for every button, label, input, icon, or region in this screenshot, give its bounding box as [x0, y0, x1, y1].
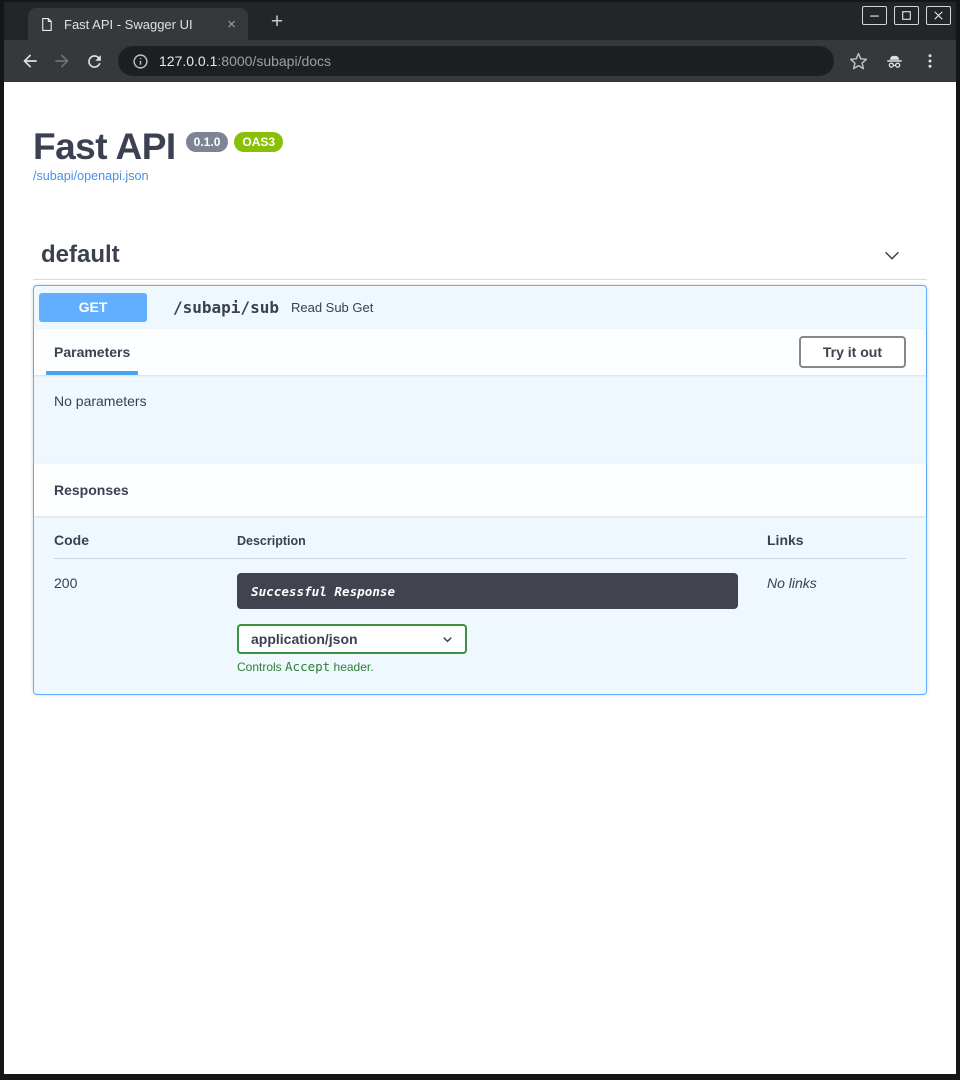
tag-name: default	[41, 241, 120, 269]
no-parameters-text: No parameters	[54, 393, 147, 409]
openapi-spec-link[interactable]: /subapi/openapi.json	[33, 169, 149, 183]
incognito-icon[interactable]	[878, 45, 910, 77]
parameters-header: Parameters Try it out	[34, 329, 926, 375]
bookmark-star-icon[interactable]	[842, 45, 874, 77]
description-column-header: Description	[237, 534, 767, 548]
active-tab-underline	[46, 371, 138, 375]
parameters-body: No parameters	[34, 375, 926, 464]
media-type-control: application/json Controls Accept header.	[237, 624, 767, 674]
oas3-badge: OAS3	[234, 132, 283, 152]
operation-summary-text: Read Sub Get	[291, 300, 373, 315]
url-path: :8000/subapi/docs	[217, 53, 331, 69]
operation-path: /subapi/sub	[173, 298, 279, 317]
response-links: No links	[767, 573, 906, 674]
maximize-button[interactable]	[894, 6, 919, 25]
response-row-200: 200 Successful Response application/json	[54, 559, 906, 674]
opblock-get: GET /subapi/sub Read Sub Get Parameters …	[33, 285, 927, 695]
menu-dots-icon[interactable]	[914, 45, 946, 77]
back-button[interactable]	[14, 45, 46, 77]
select-chevron-icon	[440, 632, 455, 647]
tab-close-icon[interactable]: ×	[223, 16, 240, 33]
new-tab-button[interactable]: +	[264, 9, 290, 35]
controls-accept-note: Controls Accept header.	[237, 659, 767, 674]
browser-tab[interactable]: Fast API - Swagger UI ×	[28, 8, 248, 40]
method-badge: GET	[39, 293, 147, 322]
try-it-out-button[interactable]: Try it out	[799, 336, 906, 368]
parameters-title: Parameters	[54, 344, 130, 360]
accept-header-code: Accept	[285, 659, 330, 674]
api-info: Fast API 0.1.0 OAS3 /subapi/openapi.json	[33, 82, 927, 185]
content-type-select[interactable]: application/json	[237, 624, 467, 654]
close-button[interactable]	[926, 6, 951, 25]
api-title: Fast API	[33, 128, 176, 165]
responses-title: Responses	[54, 482, 129, 498]
tag-section-default[interactable]: default	[33, 241, 927, 280]
url-bar[interactable]: 127.0.0.1:8000/subapi/docs	[118, 46, 834, 76]
content-type-value: application/json	[251, 631, 358, 647]
responses-body: Code Description Links 200 Successful Re…	[34, 516, 926, 694]
site-info-icon[interactable]	[132, 53, 149, 70]
responses-table-header: Code Description Links	[54, 532, 906, 559]
response-description-cell: Successful Response application/json Con…	[237, 573, 767, 674]
window-controls	[862, 6, 951, 25]
swagger-page: Fast API 0.1.0 OAS3 /subapi/openapi.json…	[4, 82, 956, 1074]
tab-title: Fast API - Swagger UI	[64, 17, 223, 32]
toolbar-actions	[842, 45, 946, 77]
code-column-header: Code	[54, 532, 237, 548]
swagger-container: Fast API 0.1.0 OAS3 /subapi/openapi.json…	[4, 82, 956, 695]
url-text: 127.0.0.1:8000/subapi/docs	[159, 53, 331, 69]
browser-toolbar: 127.0.0.1:8000/subapi/docs	[4, 40, 956, 82]
url-host: 127.0.0.1	[159, 53, 217, 69]
minimize-button[interactable]	[862, 6, 887, 25]
response-code: 200	[54, 573, 237, 674]
response-description-text: Successful Response	[251, 584, 395, 599]
forward-button[interactable]	[46, 45, 78, 77]
collapse-chevron-icon[interactable]	[881, 244, 903, 266]
operation-summary[interactable]: GET /subapi/sub Read Sub Get	[34, 286, 926, 329]
reload-button[interactable]	[78, 45, 110, 77]
browser-window: Fast API - Swagger UI × +	[0, 0, 960, 1080]
page-favicon-icon	[39, 16, 54, 33]
responses-header: Responses	[34, 464, 926, 516]
tab-strip: Fast API - Swagger UI × +	[4, 2, 956, 40]
links-column-header: Links	[767, 532, 906, 548]
version-badge: 0.1.0	[186, 132, 229, 152]
response-description-box: Successful Response	[237, 573, 738, 609]
